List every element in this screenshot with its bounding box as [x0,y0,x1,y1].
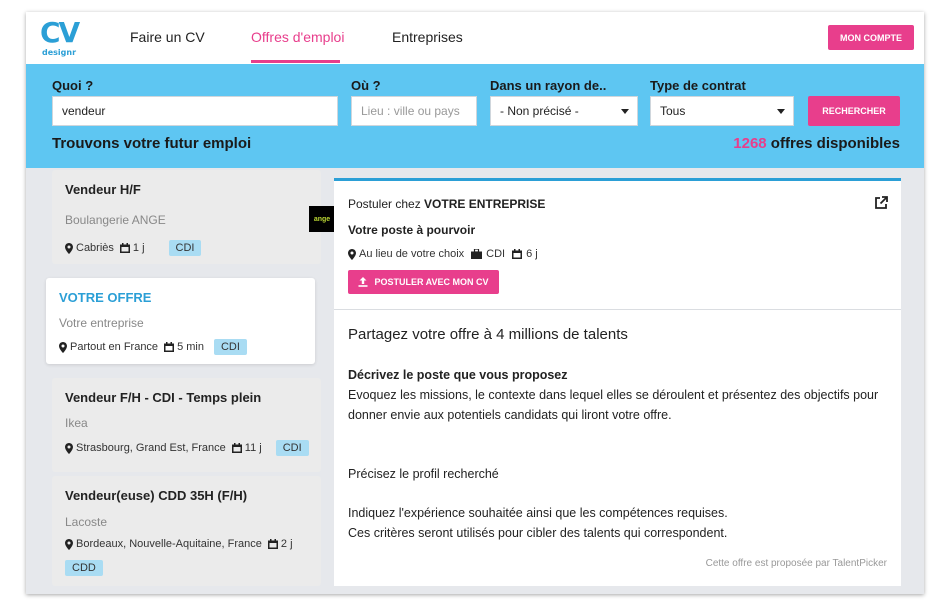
what-label: Quoi ? [52,78,94,93]
job-title: Vendeur H/F [65,182,141,197]
chevron-down-icon [621,109,629,114]
job-company: Ikea [65,416,88,430]
job-location: Cabriès [76,242,114,254]
top-navigation: CV designr Faire un CV Offres d'emploi E… [26,12,924,64]
divider [334,309,901,310]
contract-tag: CDI [213,339,247,355]
job-meta: Cabriès 1 j CDI [65,240,202,256]
map-marker-icon [65,442,73,454]
job-location: Bordeaux, Nouvelle-Aquitaine, France [76,538,262,550]
apply-at-line: Postuler chez VOTRE ENTREPRISE [348,197,545,211]
contract-tag: CDD [65,560,103,576]
offers-count-label: offres disponibles [766,135,900,152]
where-label: Où ? [351,78,381,93]
calendar-icon [119,243,130,253]
search-headline: Trouvons votre futur emploi [52,135,252,152]
describe-text: Evoquez les missions, le contexte dans l… [348,388,879,422]
map-marker-icon [65,538,73,550]
job-card-selected[interactable]: VOTRE OFFRE Votre entreprise Partout en … [46,278,315,364]
offer-source-note: Cette offre est proposée par TalentPicke… [705,558,887,569]
job-meta: Strasbourg, Grand Est, France 11 j CDI [65,440,309,456]
calendar-icon [164,342,175,352]
chevron-down-icon [777,109,785,114]
profile-text-2: Ces critères seront utilisés pour cibler… [348,526,728,540]
apply-button-label: POSTULER AVEC MON CV [374,277,489,287]
logo-subtitle: designr [42,48,77,57]
post-title: Votre poste à pourvoir [348,223,476,237]
contract-label: Type de contrat [650,78,746,93]
radius-label: Dans un rayon de.. [490,78,607,93]
rechercher-button[interactable]: RECHERCHER [808,96,900,126]
detail-top-stripe [334,178,901,181]
job-company: Lacoste [65,515,108,529]
job-age: 2 j [280,538,293,550]
calendar-icon [231,443,242,453]
logo-mark: CV [40,16,80,49]
nav-offres-emploi[interactable]: Offres d'emploi [251,29,344,45]
radius-selected-value: - Non précisé - [500,104,579,118]
post-location: Au lieu de votre choix [359,248,465,260]
job-card[interactable]: Vendeur H/F Boulangerie ANGE ange Cabriè… [52,170,335,264]
contract-selected-value: Tous [660,104,686,118]
active-nav-indicator [251,60,340,63]
calendar-icon [267,539,278,549]
offers-count: 1268 offres disponibles [733,135,900,152]
map-marker-icon [65,242,73,254]
browser-page: CV designr Faire un CV Offres d'emploi E… [26,12,924,594]
briefcase-icon [471,249,483,259]
job-card[interactable]: Vendeur(euse) CDD 35H (F/H) Lacoste Bord… [52,476,321,586]
job-age: 11 j [244,442,262,454]
profile-text-1: Indiquez l'expérience souhaitée ainsi qu… [348,506,728,520]
upload-icon [358,277,368,287]
job-meta: Partout en France 5 min CDI [59,339,247,355]
contract-tag: CDI [275,440,309,456]
company-logo-text: ange [313,215,331,223]
post-meta: Au lieu de votre choix CDI 6 j [348,248,538,260]
job-age: 5 min [177,341,204,353]
map-marker-icon [59,341,67,353]
nav-entreprises[interactable]: Entreprises [392,29,463,45]
share-heading: Partagez votre offre à 4 millions de tal… [348,326,628,343]
job-detail-panel: Postuler chez VOTRE ENTREPRISE Votre pos… [334,178,901,586]
job-location: Partout en France [70,341,159,353]
apply-prefix: Postuler chez [348,197,425,211]
mon-compte-button[interactable]: MON COMPTE [828,25,914,50]
nav-faire-un-cv[interactable]: Faire un CV [130,29,205,45]
post-age: 6 j [526,248,538,260]
contract-select[interactable]: Tous [650,96,794,126]
company-logo: ange [309,206,335,232]
job-title: Vendeur F/H - CDI - Temps plein [65,390,262,405]
apply-company: VOTRE ENTREPRISE [424,197,546,211]
offers-count-number: 1268 [733,135,767,152]
external-link-icon[interactable] [874,196,888,210]
cv-designr-logo[interactable]: CV designr [40,18,80,60]
job-meta: Bordeaux, Nouvelle-Aquitaine, France 2 j [65,538,293,550]
profile-heading: Précisez le profil recherché [348,467,499,481]
map-marker-icon [348,248,356,260]
job-title: Vendeur(euse) CDD 35H (F/H) [65,488,248,503]
job-age: 1 j [132,242,145,254]
job-tags: CDD [65,560,103,576]
job-location: Strasbourg, Grand Est, France [76,442,226,454]
describe-heading: Décrivez le poste que vous proposez [348,368,568,382]
contract-tag: CDI [168,240,202,256]
calendar-icon [512,249,523,259]
search-panel: Quoi ? vendeur Où ? Lieu : ville ou pays… [26,64,924,168]
job-company: Votre entreprise [59,316,144,330]
job-title: VOTRE OFFRE [59,290,152,305]
radius-select[interactable]: - Non précisé - [490,96,638,126]
what-input[interactable]: vendeur [52,96,338,126]
job-card[interactable]: Vendeur F/H - CDI - Temps plein Ikea Str… [52,378,321,472]
post-contract: CDI [486,248,506,260]
where-input[interactable]: Lieu : ville ou pays [351,96,477,126]
job-company: Boulangerie ANGE [65,213,166,227]
postuler-avec-mon-cv-button[interactable]: POSTULER AVEC MON CV [348,270,499,294]
